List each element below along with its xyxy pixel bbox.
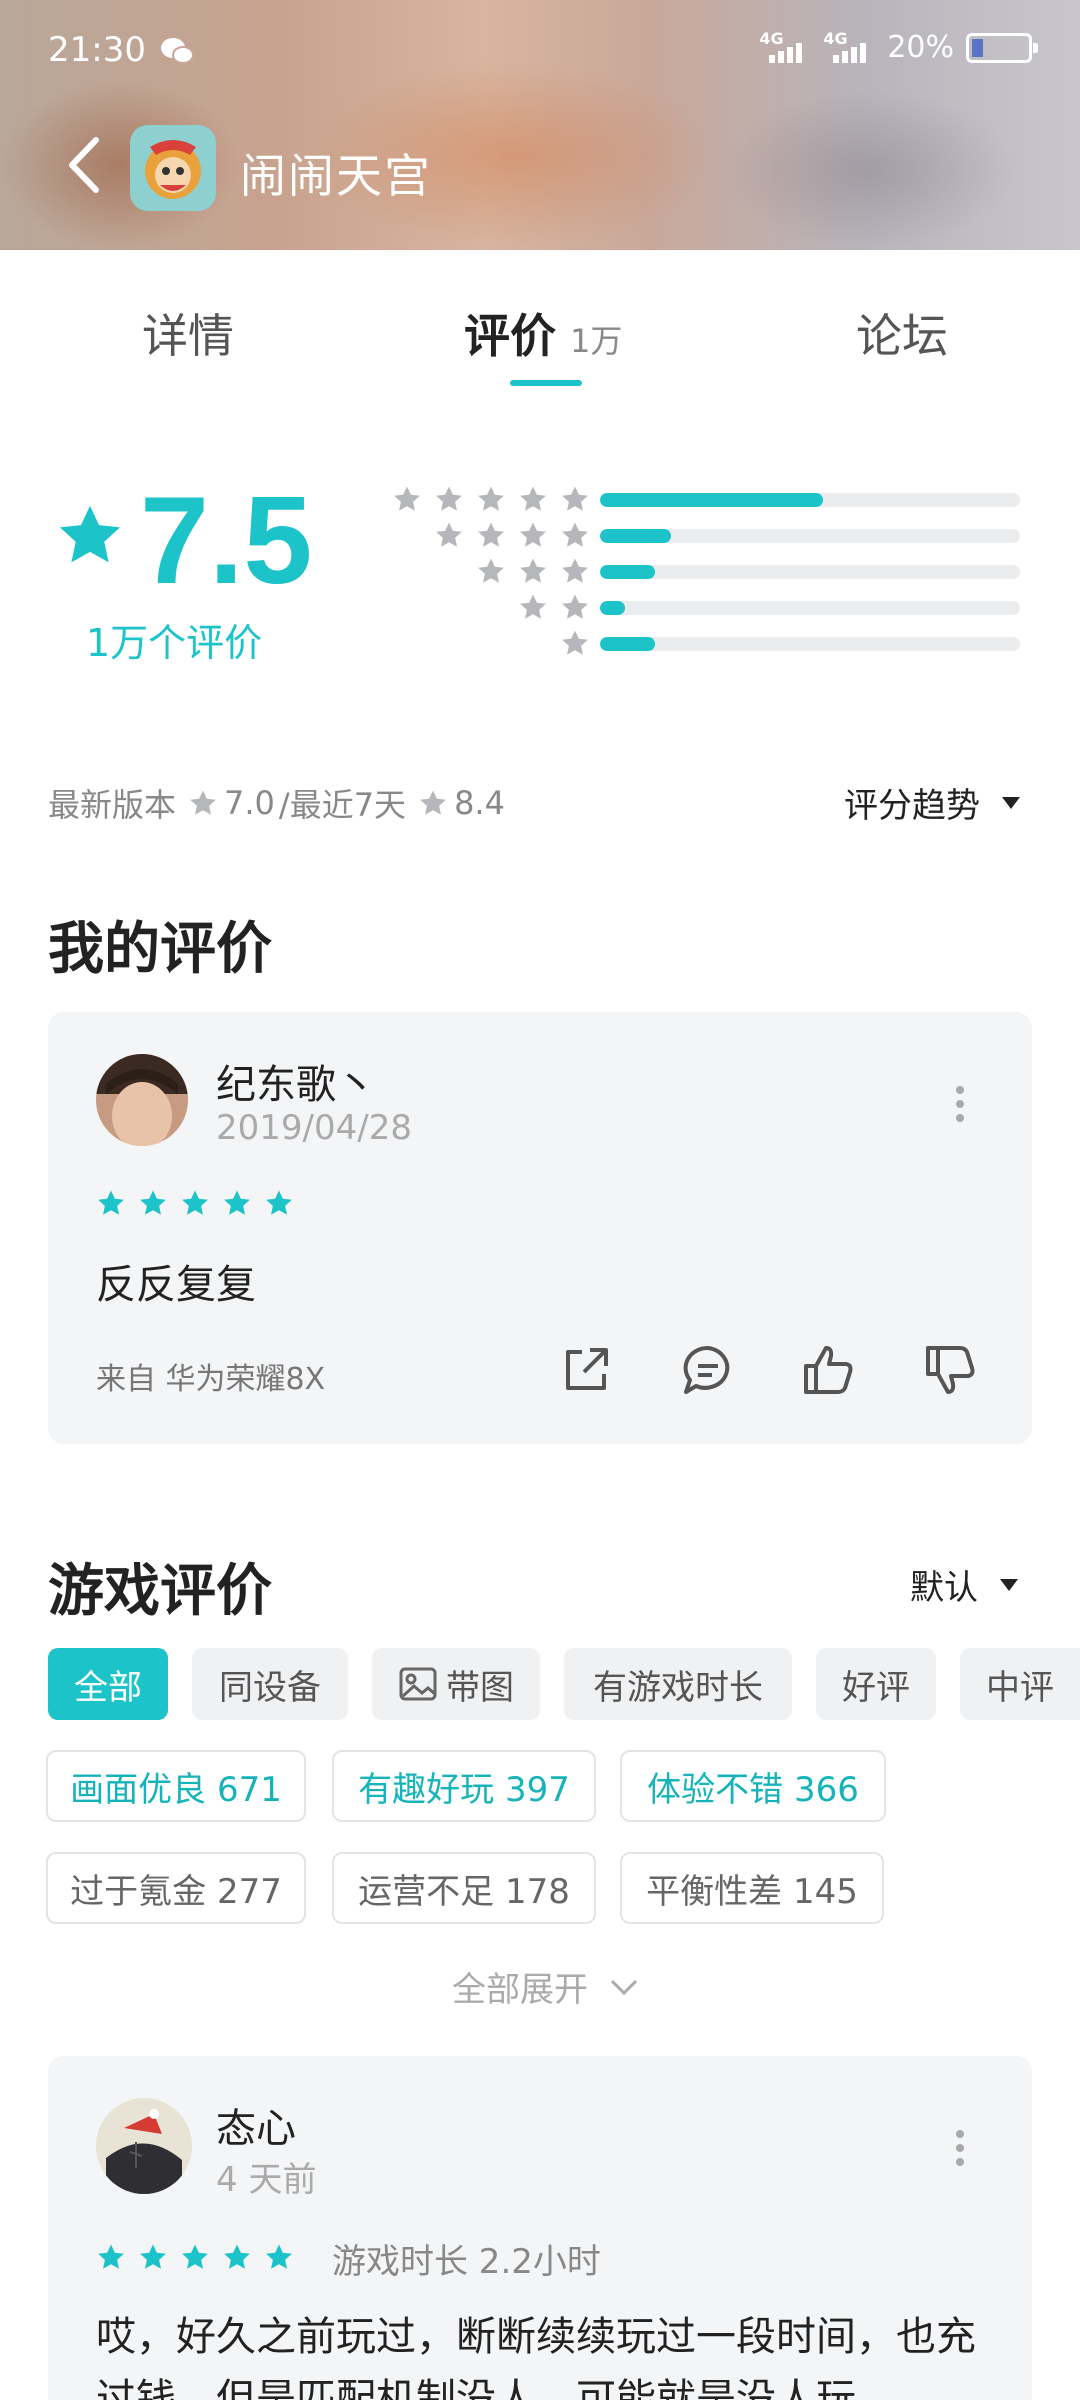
review-stars: [96, 2242, 294, 2272]
rating-trend-dropdown[interactable]: 评分趋势: [844, 778, 1020, 827]
avatar[interactable]: [96, 1054, 188, 1146]
star-icon: [562, 558, 588, 583]
review-card: 态心 4 天前 游戏时长 2.2小时 哎，好久之前玩过，断断续续玩过一段时间，也…: [48, 2056, 1032, 2400]
star-icon: [98, 1190, 124, 1215]
star-icon: [478, 522, 504, 547]
tab-details[interactable]: 详情: [142, 300, 234, 366]
expand-all-button[interactable]: 全部展开: [452, 1962, 640, 2011]
filter-positive[interactable]: 好评: [816, 1648, 936, 1720]
tag-negative[interactable]: 过于氪金 277: [46, 1852, 306, 1924]
sort-dropdown[interactable]: 默认: [910, 1560, 1018, 1609]
thumbs-up-icon[interactable]: [798, 1340, 858, 1400]
star-icon: [478, 486, 504, 511]
star-icon: [520, 486, 546, 511]
version-rating: 最新版本 7.0 /最近7天 8.4: [48, 784, 505, 824]
star-icon: [224, 2244, 250, 2269]
review-date: 2019/04/28: [216, 1108, 412, 1148]
distribution-bar: [600, 493, 823, 507]
playtime: 游戏时长 2.2小时: [332, 2242, 601, 2282]
distribution-row-4-star: [380, 520, 1020, 550]
star-icon: [520, 594, 546, 619]
status-time: 21:30: [48, 30, 146, 70]
active-tab-indicator: [510, 380, 582, 386]
review-device: 来自 华为荣耀8X: [96, 1362, 326, 1397]
rating-score: 7.5: [140, 472, 313, 610]
my-review-card: 纪东歌丶 2019/04/28 反反复复 来自 华为荣耀8X: [48, 1012, 1032, 1444]
filter-with-image[interactable]: 带图: [372, 1648, 540, 1720]
distribution-bar: [600, 565, 655, 579]
filter-playtime[interactable]: 有游戏时长: [564, 1648, 792, 1720]
star-icon: [520, 558, 546, 583]
star-icon: [420, 790, 446, 815]
tag-positive[interactable]: 画面优良 671: [46, 1750, 306, 1822]
star-icon: [436, 486, 462, 511]
star-icon: [266, 2244, 292, 2269]
dropdown-arrow-icon: [1002, 796, 1020, 809]
image-icon: [399, 1667, 437, 1701]
star-icon: [266, 1190, 292, 1215]
filter-all[interactable]: 全部: [48, 1648, 168, 1720]
review-text: 反反复复: [96, 1262, 256, 1308]
star-icon: [59, 505, 121, 563]
my-review-title: 我的评价: [48, 917, 272, 982]
app-header: 21:30 4G 4G 20% 闹闹天宫: [0, 0, 1080, 250]
back-icon[interactable]: [60, 130, 110, 200]
star-icon: [436, 522, 462, 547]
distribution-row-5-star: [380, 484, 1020, 514]
star-icon: [140, 1190, 166, 1215]
star-icon: [182, 2244, 208, 2269]
review-time: 4 天前: [216, 2160, 317, 2200]
more-icon[interactable]: [954, 2128, 966, 2168]
star-icon: [224, 1190, 250, 1215]
distribution-bar: [600, 529, 672, 543]
battery-percent: 20%: [887, 30, 954, 65]
thumbs-down-icon[interactable]: [920, 1340, 980, 1400]
star-icon: [98, 2244, 124, 2269]
dropdown-arrow-icon: [1000, 1578, 1018, 1591]
tab-review-count: 1万: [570, 322, 623, 360]
battery-icon: [966, 32, 1038, 63]
distribution-bar: [600, 601, 626, 615]
star-icon: [562, 486, 588, 511]
star-icon: [190, 790, 216, 815]
distribution-row-3-star: [380, 556, 1020, 586]
game-reviews-title: 游戏评价: [48, 1559, 272, 1624]
signal-icon: 4G: [759, 29, 811, 65]
rating-count: 1万个评价: [86, 621, 263, 665]
tab-forum[interactable]: 论坛: [856, 300, 948, 366]
user-name: 纪东歌丶: [216, 1062, 376, 1108]
user-name: 态心: [216, 2106, 296, 2152]
filter-neutral[interactable]: 中评: [960, 1648, 1080, 1720]
star-icon: [562, 522, 588, 547]
wechat-icon: [161, 38, 194, 64]
signal-icon: 4G: [823, 29, 875, 65]
share-icon[interactable]: [556, 1340, 616, 1400]
tag-negative[interactable]: 平衡性差 145: [620, 1852, 884, 1924]
distribution-row-2-star: [380, 592, 1020, 622]
tab-reviews[interactable]: 评价 1万: [464, 300, 622, 366]
tag-positive[interactable]: 有趣好玩 397: [332, 1750, 596, 1822]
app-icon: [130, 125, 216, 211]
comment-icon[interactable]: [678, 1340, 738, 1400]
avatar[interactable]: [96, 2098, 192, 2194]
star-icon: [182, 1190, 208, 1215]
chevron-down-icon: [610, 1979, 638, 1995]
status-bar: 21:30 4G 4G 20%: [0, 0, 1080, 100]
review-text: 哎，好久之前玩过，断断续续玩过一段时间，也充过钱，但是匹配机制没人，可能就是没人…: [96, 2314, 976, 2400]
distribution-row-1-star: [380, 628, 1020, 658]
tag-negative[interactable]: 运营不足 178: [332, 1852, 596, 1924]
star-icon: [478, 558, 504, 583]
more-icon[interactable]: [954, 1084, 966, 1124]
star-icon: [140, 2244, 166, 2269]
filter-same-device[interactable]: 同设备: [192, 1648, 348, 1720]
distribution-bar: [600, 637, 655, 651]
star-icon: [562, 630, 588, 655]
star-icon: [562, 594, 588, 619]
tab-bar: 详情 评价 1万 论坛: [0, 250, 1080, 400]
star-icon: [394, 486, 420, 511]
star-icon: [520, 522, 546, 547]
app-title: 闹闹天宫: [240, 149, 432, 203]
tag-positive[interactable]: 体验不错 366: [620, 1750, 886, 1822]
review-stars: [96, 1188, 294, 1218]
